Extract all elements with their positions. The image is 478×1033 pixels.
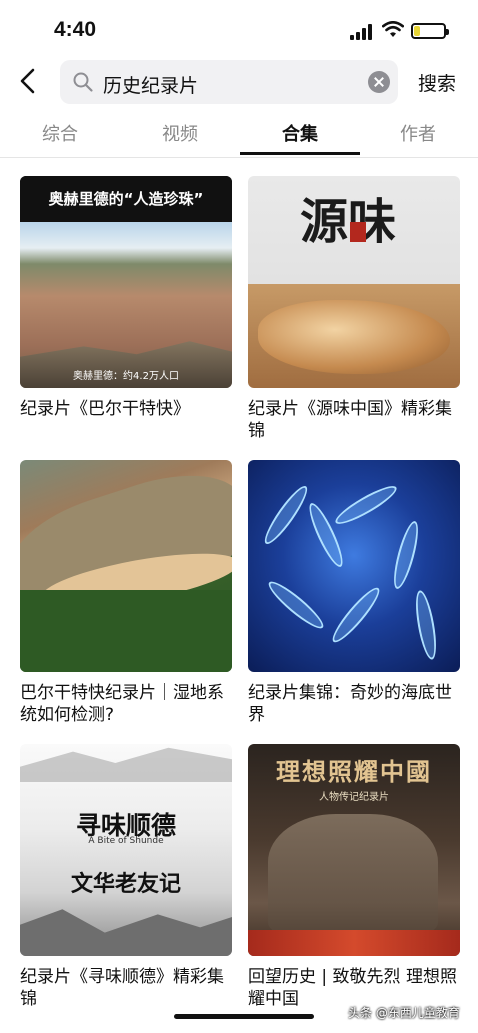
back-arrow-icon[interactable]: [14, 66, 44, 96]
thumbnail[interactable]: [20, 460, 232, 672]
clear-icon[interactable]: [368, 71, 390, 93]
thumbnail-title: 理想照耀中國: [276, 757, 432, 786]
thumbnail-tagline: 文华老友记: [70, 871, 181, 897]
tab-video[interactable]: 视频: [140, 120, 220, 146]
plankton-cell: [259, 481, 313, 549]
battery-icon: [411, 23, 449, 39]
active-tab-indicator: [240, 152, 360, 155]
card-title[interactable]: 巴尔干特快纪录片｜湿地系统如何检测?: [20, 682, 232, 726]
ink-mountain: [20, 909, 232, 956]
result-card[interactable]: 源味 纪录片《源味中国》精彩集锦: [248, 176, 460, 442]
thumbnail[interactable]: [248, 460, 460, 672]
search-icon: [73, 72, 93, 92]
watermark: 头条 @东西儿童教育: [348, 1006, 460, 1020]
plankton-cell: [389, 519, 423, 591]
battery-level: [414, 26, 420, 36]
tab-all[interactable]: 综合: [20, 120, 100, 146]
thumbnail-seal: [350, 222, 366, 242]
result-card[interactable]: 巴尔干特快纪录片｜湿地系统如何检测?: [20, 460, 232, 726]
result-card[interactable]: 理想照耀中國 人物传记纪录片 回望历史 | 致敬先烈 理想照耀中国: [248, 744, 460, 1010]
card-title[interactable]: 纪录片集锦：奇妙的海底世界: [248, 682, 460, 726]
thumbnail[interactable]: 理想照耀中國 人物传记纪录片: [248, 744, 460, 956]
plankton-cell: [412, 589, 440, 661]
status-bar: 4:40: [0, 0, 478, 58]
result-card[interactable]: 寻味顺德 A Bite of Shunde 文华老友记 纪录片《寻味顺德》精彩集…: [20, 744, 232, 1010]
statue-image: [268, 814, 438, 934]
flags-image: [248, 930, 460, 956]
plankton-cell: [264, 576, 328, 634]
plankton-cell: [331, 480, 401, 530]
thumbnail-subtitle: 人物传记纪录片: [319, 792, 389, 803]
search-button[interactable]: 搜索: [418, 69, 456, 96]
search-query: 历史纪录片: [103, 75, 199, 97]
result-card[interactable]: 纪录片集锦：奇妙的海底世界: [248, 460, 460, 726]
tab-bar: 综合 视频 合集 作者: [0, 112, 478, 158]
card-title[interactable]: 纪录片《源味中国》精彩集锦: [248, 398, 460, 442]
plankton-cell: [327, 583, 385, 647]
thumbnail-title: 源味: [300, 194, 397, 250]
ink-mountain: [20, 747, 232, 782]
status-time: 4:40: [54, 18, 97, 41]
search-input[interactable]: 历史纪录片: [60, 60, 398, 104]
forest-image: [20, 590, 232, 672]
thumbnail[interactable]: 寻味顺德 A Bite of Shunde 文华老友记: [20, 744, 232, 956]
result-card[interactable]: 奥赫里德的“人造珍珠” 奥赫里德：约4.2万人口 纪录片《巴尔干特快》: [20, 176, 232, 420]
food-image: [258, 300, 450, 374]
card-title[interactable]: 纪录片《巴尔干特快》: [20, 398, 232, 420]
tab-author[interactable]: 作者: [378, 120, 458, 146]
thumbnail-subtitle: A Bite of Shunde: [88, 836, 164, 846]
search-row: 历史纪录片 搜索: [0, 58, 478, 106]
thumbnail[interactable]: 奥赫里德的“人造珍珠” 奥赫里德：约4.2万人口: [20, 176, 232, 388]
thumbnail-caption: 奥赫里德：约4.2万人口: [73, 371, 179, 382]
thumbnail-banner: 奥赫里德的“人造珍珠”: [20, 176, 232, 222]
card-title[interactable]: 纪录片《寻味顺德》精彩集锦: [20, 966, 232, 1010]
plankton-cell: [303, 499, 349, 571]
wifi-icon: [382, 21, 404, 37]
signal-icon: [350, 24, 376, 40]
home-indicator[interactable]: [174, 1014, 314, 1019]
tab-collection[interactable]: 合集: [260, 120, 340, 146]
thumbnail[interactable]: 源味: [248, 176, 460, 388]
